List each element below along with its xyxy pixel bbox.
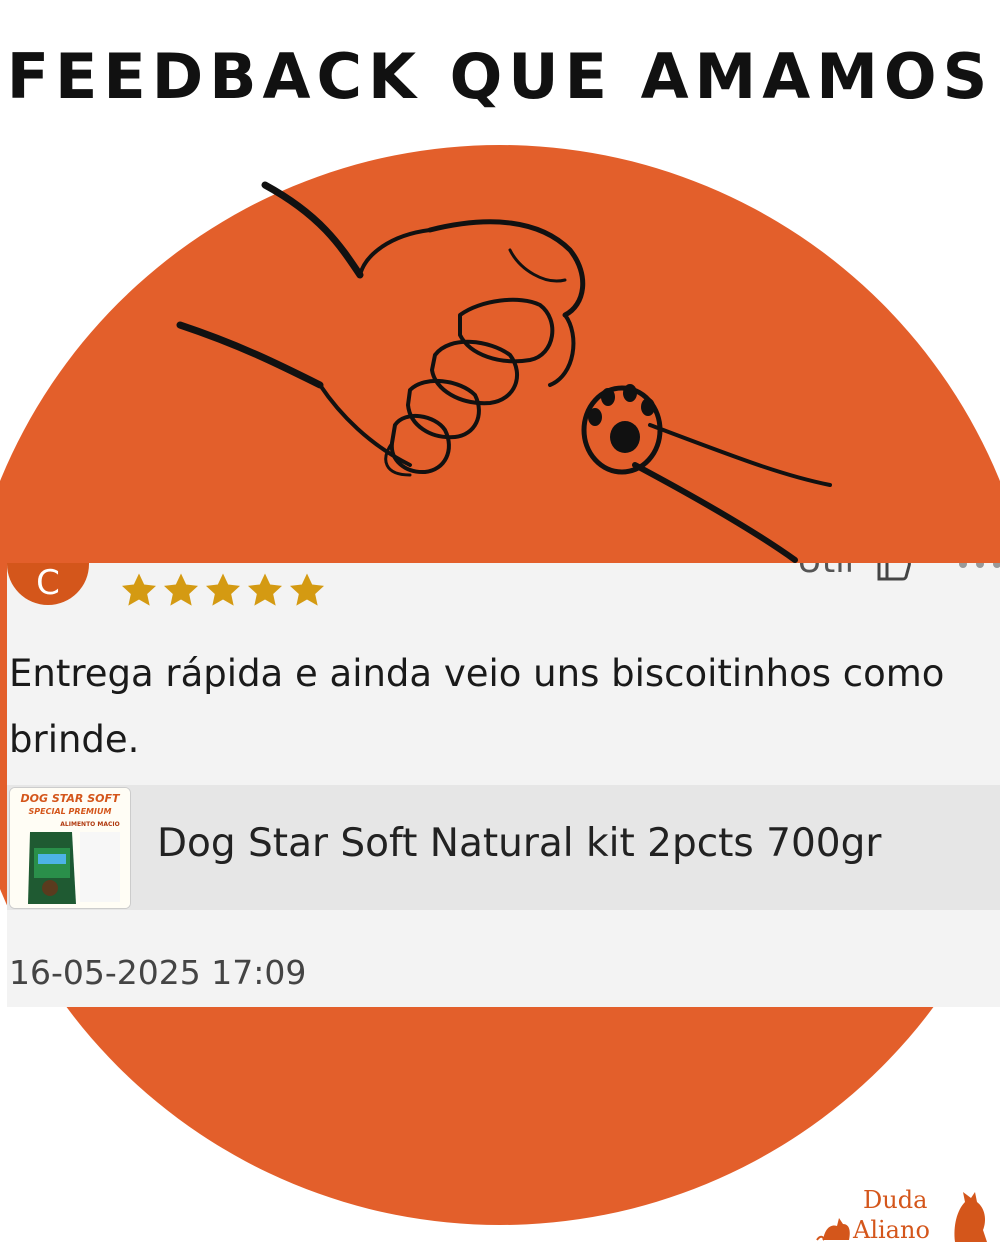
thumb-line1: DOG STAR SOFT bbox=[20, 792, 121, 805]
more-options-icon[interactable] bbox=[955, 563, 1000, 571]
thumb-line3: ALIMENTO MACIO bbox=[60, 821, 119, 828]
product-name[interactable]: Dog Star Soft Natural kit 2pcts 700gr bbox=[157, 821, 881, 866]
product-thumbnail: DOG STAR SOFT SPECIAL PREMIUM ALIMENTO M… bbox=[9, 787, 131, 909]
review-date: 16-05-2025 17:09 bbox=[9, 953, 307, 992]
thumb-line2: SPECIAL PREMIUM bbox=[29, 807, 112, 816]
review-card: C Útil Entrega rápida e ainda veio uns b… bbox=[7, 563, 1000, 1007]
star-icon bbox=[206, 573, 240, 606]
avatar: C bbox=[7, 563, 89, 605]
avatar-initial: C bbox=[36, 563, 60, 603]
star-icon bbox=[290, 573, 324, 606]
product-package-image: DOG STAR SOFT SPECIAL PREMIUM ALIMENTO M… bbox=[10, 788, 130, 908]
star-icon bbox=[122, 573, 156, 606]
duda-aliano-logo: Duda Aliano bbox=[816, 1186, 987, 1244]
brand-line1: Duda bbox=[863, 1186, 927, 1214]
review-text: Entrega rápida e ainda veio uns biscoiti… bbox=[9, 652, 945, 761]
rating-stars bbox=[119, 571, 327, 611]
star-icon bbox=[248, 573, 282, 606]
thumbs-up-icon[interactable] bbox=[873, 563, 913, 581]
helpful-label[interactable]: Útil bbox=[797, 563, 854, 581]
fist-paw-bump-illustration bbox=[176, 181, 832, 563]
product-item[interactable]: DOG STAR SOFT SPECIAL PREMIUM ALIMENTO M… bbox=[7, 785, 1000, 910]
brand-line2: Aliano bbox=[852, 1216, 930, 1244]
page-title: FEEDBACK QUE AMAMOS bbox=[6, 40, 994, 113]
star-icon bbox=[164, 573, 198, 606]
